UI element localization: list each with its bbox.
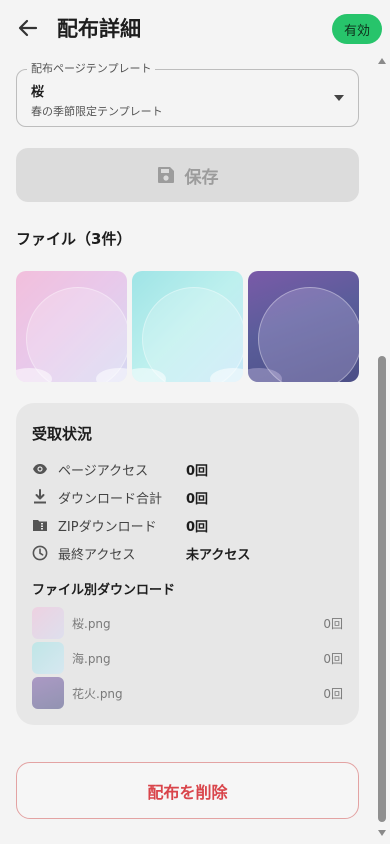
receipt-status-card: 受取状況 ページアクセス 0回 ダウンロード合計 0回 ZIPダウンロード 0回 bbox=[16, 403, 359, 725]
receipt-status-title: 受取状況 bbox=[32, 425, 93, 443]
floppy-disk-icon bbox=[157, 167, 174, 183]
eye-icon bbox=[33, 464, 47, 474]
page-title: 配布詳細 bbox=[57, 17, 141, 41]
stat-label: 最終アクセス bbox=[58, 548, 136, 563]
file-thumbnail-hanabi[interactable] bbox=[248, 271, 359, 382]
clock-icon bbox=[32, 545, 48, 561]
stat-row-page-access: ページアクセス 0回 bbox=[32, 458, 342, 480]
scroll-down-arrow-icon[interactable] bbox=[378, 830, 386, 836]
per-file-row: 花火.png 0回 bbox=[32, 677, 343, 709]
stat-value: 未アクセス bbox=[186, 548, 251, 563]
download-icon bbox=[34, 489, 46, 504]
stat-value: 0回 bbox=[186, 520, 209, 535]
scrollbar[interactable] bbox=[378, 58, 386, 836]
stat-label: ページアクセス bbox=[58, 464, 149, 479]
per-file-download-heading: ファイル別ダウンロード bbox=[32, 583, 176, 598]
file-mini-thumbnail bbox=[32, 677, 64, 709]
per-file-row: 海.png 0回 bbox=[32, 642, 343, 674]
file-thumbnail-umi[interactable] bbox=[132, 271, 243, 382]
thumbnail-orb bbox=[258, 287, 359, 382]
template-select[interactable]: 配布ページテンプレート 桜 春の季節限定テンプレート bbox=[16, 61, 359, 127]
chevron-down-icon bbox=[334, 95, 344, 101]
file-name: 海.png bbox=[72, 652, 111, 666]
save-button[interactable]: 保存 bbox=[16, 148, 359, 202]
file-thumbnail-sakura[interactable] bbox=[16, 271, 127, 382]
per-file-row: 桜.png 0回 bbox=[32, 607, 343, 639]
file-name: 花火.png bbox=[72, 687, 123, 701]
arrow-left-icon bbox=[18, 19, 38, 37]
stat-label: ZIPダウンロード bbox=[58, 520, 157, 535]
file-download-count: 0回 bbox=[323, 617, 343, 631]
scroll-up-arrow-icon[interactable] bbox=[378, 58, 386, 64]
stat-label: ダウンロード合計 bbox=[58, 492, 163, 507]
zip-folder-icon bbox=[33, 520, 47, 531]
save-button-label: 保存 bbox=[184, 167, 219, 188]
file-download-count: 0回 bbox=[323, 652, 343, 666]
file-mini-thumbnail bbox=[32, 607, 64, 639]
stat-row-zip-download: ZIPダウンロード 0回 bbox=[32, 514, 342, 536]
app-header: 配布詳細 有効 bbox=[0, 0, 390, 60]
scrollbar-thumb[interactable] bbox=[378, 356, 386, 822]
template-select-description: 春の季節限定テンプレート bbox=[31, 105, 163, 118]
back-button[interactable] bbox=[14, 14, 42, 42]
stat-value: 0回 bbox=[186, 492, 209, 507]
delete-distribution-button[interactable]: 配布を削除 bbox=[16, 762, 359, 819]
status-badge: 有効 bbox=[332, 14, 382, 44]
files-heading: ファイル（3件） bbox=[16, 230, 132, 248]
stat-row-download-total: ダウンロード合計 0回 bbox=[32, 486, 342, 508]
file-mini-thumbnail bbox=[32, 642, 64, 674]
stat-row-last-access: 最終アクセス 未アクセス bbox=[32, 542, 342, 564]
stat-value: 0回 bbox=[186, 464, 209, 479]
template-select-value: 桜 bbox=[31, 85, 45, 100]
file-name: 桜.png bbox=[72, 617, 111, 631]
file-download-count: 0回 bbox=[323, 687, 343, 701]
template-select-label: 配布ページテンプレート bbox=[27, 61, 156, 77]
